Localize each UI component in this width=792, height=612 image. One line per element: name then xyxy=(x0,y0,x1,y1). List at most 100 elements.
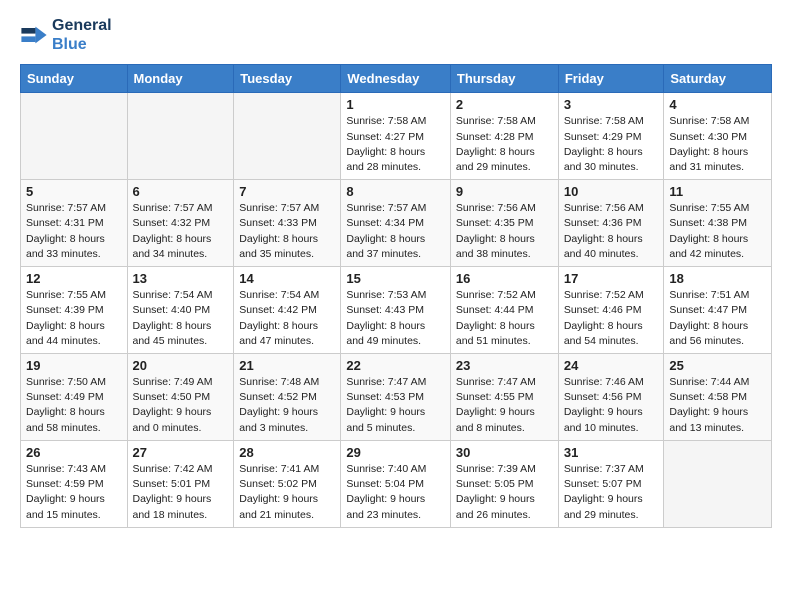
day-number: 18 xyxy=(669,271,766,286)
calendar-cell: 31 Sunrise: 7:37 AM Sunset: 5:07 PM Dayli… xyxy=(558,440,664,527)
calendar-cell: 27 Sunrise: 7:42 AM Sunset: 5:01 PM Dayli… xyxy=(127,440,234,527)
day-info: Sunrise: 7:54 AM Sunset: 4:42 PM Dayligh… xyxy=(239,288,335,349)
day-number: 3 xyxy=(564,97,659,112)
day-number: 14 xyxy=(239,271,335,286)
header: General Blue xyxy=(20,16,772,54)
calendar-week-row: 19 Sunrise: 7:50 AM Sunset: 4:49 PM Dayli… xyxy=(21,354,772,441)
calendar-cell: 1 Sunrise: 7:58 AM Sunset: 4:27 PM Daylig… xyxy=(341,93,451,180)
calendar-week-row: 12Sunrise: 7:55 AM Sunset: 4:39 PM Dayli… xyxy=(21,267,772,354)
day-info: Sunrise: 7:57 AM Sunset: 4:34 PM Dayligh… xyxy=(346,201,445,262)
calendar-cell: 16 Sunrise: 7:52 AM Sunset: 4:44 PM Dayli… xyxy=(450,267,558,354)
day-info: Sunrise: 7:57 AM Sunset: 4:32 PM Dayligh… xyxy=(133,201,229,262)
weekday-header-wednesday: Wednesday xyxy=(341,65,451,93)
day-info: Sunrise: 7:52 AM Sunset: 4:44 PM Dayligh… xyxy=(456,288,553,349)
day-number: 17 xyxy=(564,271,659,286)
day-info: Sunrise: 7:57 AM Sunset: 4:31 PM Dayligh… xyxy=(26,201,122,262)
day-number: 8 xyxy=(346,184,445,199)
day-info: Sunrise: 7:46 AM Sunset: 4:56 PM Dayligh… xyxy=(564,375,659,436)
day-info: Sunrise: 7:56 AM Sunset: 4:36 PM Dayligh… xyxy=(564,201,659,262)
calendar-cell: 13Sunrise: 7:54 AM Sunset: 4:40 PM Dayli… xyxy=(127,267,234,354)
day-number: 26 xyxy=(26,445,122,460)
weekday-header-tuesday: Tuesday xyxy=(234,65,341,93)
day-number: 13 xyxy=(133,271,229,286)
day-number: 16 xyxy=(456,271,553,286)
day-info: Sunrise: 7:42 AM Sunset: 5:01 PM Dayligh… xyxy=(133,462,229,523)
weekday-header-row: SundayMondayTuesdayWednesdayThursdayFrid… xyxy=(21,65,772,93)
calendar-cell: 11 Sunrise: 7:55 AM Sunset: 4:38 PM Dayli… xyxy=(664,180,772,267)
calendar-cell: 6 Sunrise: 7:57 AM Sunset: 4:32 PM Daylig… xyxy=(127,180,234,267)
calendar-cell: 9 Sunrise: 7:56 AM Sunset: 4:35 PM Daylig… xyxy=(450,180,558,267)
page: General Blue SundayMondayTuesdayWednesda… xyxy=(0,0,792,544)
day-number: 7 xyxy=(239,184,335,199)
day-number: 22 xyxy=(346,358,445,373)
day-number: 31 xyxy=(564,445,659,460)
day-info: Sunrise: 7:58 AM Sunset: 4:30 PM Dayligh… xyxy=(669,114,766,175)
day-info: Sunrise: 7:40 AM Sunset: 5:04 PM Dayligh… xyxy=(346,462,445,523)
day-number: 19 xyxy=(26,358,122,373)
day-number: 24 xyxy=(564,358,659,373)
weekday-header-monday: Monday xyxy=(127,65,234,93)
calendar-cell: 24 Sunrise: 7:46 AM Sunset: 4:56 PM Dayli… xyxy=(558,354,664,441)
day-number: 9 xyxy=(456,184,553,199)
calendar-table: SundayMondayTuesdayWednesdayThursdayFrid… xyxy=(20,64,772,527)
day-number: 10 xyxy=(564,184,659,199)
day-info: Sunrise: 7:41 AM Sunset: 5:02 PM Dayligh… xyxy=(239,462,335,523)
day-info: Sunrise: 7:58 AM Sunset: 4:29 PM Dayligh… xyxy=(564,114,659,175)
calendar-week-row: 1 Sunrise: 7:58 AM Sunset: 4:27 PM Daylig… xyxy=(21,93,772,180)
day-info: Sunrise: 7:58 AM Sunset: 4:27 PM Dayligh… xyxy=(346,114,445,175)
calendar-cell: 28 Sunrise: 7:41 AM Sunset: 5:02 PM Dayli… xyxy=(234,440,341,527)
calendar-cell: 3 Sunrise: 7:58 AM Sunset: 4:29 PM Daylig… xyxy=(558,93,664,180)
day-info: Sunrise: 7:52 AM Sunset: 4:46 PM Dayligh… xyxy=(564,288,659,349)
day-info: Sunrise: 7:57 AM Sunset: 4:33 PM Dayligh… xyxy=(239,201,335,262)
calendar-cell: 29 Sunrise: 7:40 AM Sunset: 5:04 PM Dayli… xyxy=(341,440,451,527)
day-number: 4 xyxy=(669,97,766,112)
day-number: 1 xyxy=(346,97,445,112)
weekday-header-thursday: Thursday xyxy=(450,65,558,93)
calendar-week-row: 5 Sunrise: 7:57 AM Sunset: 4:31 PM Daylig… xyxy=(21,180,772,267)
day-info: Sunrise: 7:53 AM Sunset: 4:43 PM Dayligh… xyxy=(346,288,445,349)
calendar-cell: 30Sunrise: 7:39 AM Sunset: 5:05 PM Dayli… xyxy=(450,440,558,527)
day-info: Sunrise: 7:56 AM Sunset: 4:35 PM Dayligh… xyxy=(456,201,553,262)
calendar-cell: 2Sunrise: 7:58 AM Sunset: 4:28 PM Daylig… xyxy=(450,93,558,180)
day-info: Sunrise: 7:55 AM Sunset: 4:38 PM Dayligh… xyxy=(669,201,766,262)
logo: General Blue xyxy=(20,16,112,54)
day-number: 6 xyxy=(133,184,229,199)
calendar-cell: 17 Sunrise: 7:52 AM Sunset: 4:46 PM Dayli… xyxy=(558,267,664,354)
day-number: 30 xyxy=(456,445,553,460)
logo-text: General Blue xyxy=(52,16,112,54)
logo-icon xyxy=(20,21,48,49)
day-number: 28 xyxy=(239,445,335,460)
calendar-cell xyxy=(664,440,772,527)
day-info: Sunrise: 7:51 AM Sunset: 4:47 PM Dayligh… xyxy=(669,288,766,349)
calendar-cell: 4 Sunrise: 7:58 AM Sunset: 4:30 PM Daylig… xyxy=(664,93,772,180)
day-number: 23 xyxy=(456,358,553,373)
day-info: Sunrise: 7:44 AM Sunset: 4:58 PM Dayligh… xyxy=(669,375,766,436)
calendar-cell xyxy=(127,93,234,180)
day-number: 5 xyxy=(26,184,122,199)
calendar-cell: 7 Sunrise: 7:57 AM Sunset: 4:33 PM Daylig… xyxy=(234,180,341,267)
calendar-cell: 25 Sunrise: 7:44 AM Sunset: 4:58 PM Dayli… xyxy=(664,354,772,441)
calendar-cell: 21Sunrise: 7:48 AM Sunset: 4:52 PM Dayli… xyxy=(234,354,341,441)
day-number: 11 xyxy=(669,184,766,199)
day-info: Sunrise: 7:50 AM Sunset: 4:49 PM Dayligh… xyxy=(26,375,122,436)
day-number: 25 xyxy=(669,358,766,373)
calendar-cell xyxy=(21,93,128,180)
day-info: Sunrise: 7:48 AM Sunset: 4:52 PM Dayligh… xyxy=(239,375,335,436)
day-number: 20 xyxy=(133,358,229,373)
weekday-header-friday: Friday xyxy=(558,65,664,93)
day-info: Sunrise: 7:47 AM Sunset: 4:55 PM Dayligh… xyxy=(456,375,553,436)
day-info: Sunrise: 7:49 AM Sunset: 4:50 PM Dayligh… xyxy=(133,375,229,436)
calendar-cell: 23 Sunrise: 7:47 AM Sunset: 4:55 PM Dayli… xyxy=(450,354,558,441)
day-info: Sunrise: 7:37 AM Sunset: 5:07 PM Dayligh… xyxy=(564,462,659,523)
calendar-cell: 26 Sunrise: 7:43 AM Sunset: 4:59 PM Dayli… xyxy=(21,440,128,527)
weekday-header-saturday: Saturday xyxy=(664,65,772,93)
day-info: Sunrise: 7:43 AM Sunset: 4:59 PM Dayligh… xyxy=(26,462,122,523)
calendar-cell: 19 Sunrise: 7:50 AM Sunset: 4:49 PM Dayli… xyxy=(21,354,128,441)
calendar-cell: 18 Sunrise: 7:51 AM Sunset: 4:47 PM Dayli… xyxy=(664,267,772,354)
calendar-cell: 15 Sunrise: 7:53 AM Sunset: 4:43 PM Dayli… xyxy=(341,267,451,354)
day-number: 29 xyxy=(346,445,445,460)
calendar-cell: 10 Sunrise: 7:56 AM Sunset: 4:36 PM Dayli… xyxy=(558,180,664,267)
day-number: 15 xyxy=(346,271,445,286)
day-number: 27 xyxy=(133,445,229,460)
day-number: 12 xyxy=(26,271,122,286)
